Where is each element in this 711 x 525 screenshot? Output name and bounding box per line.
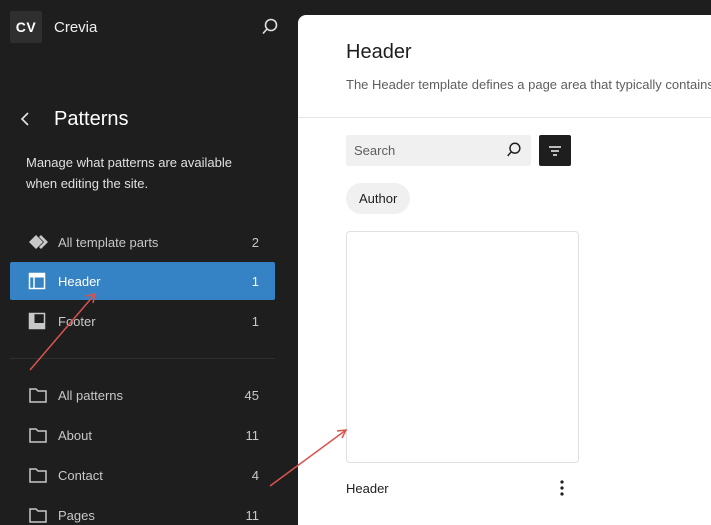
sidebar: CV Crevia Patterns Manage what patterns …: [0, 0, 298, 525]
sidebar-item-label: All template parts: [58, 235, 159, 250]
sidebar-item-about[interactable]: About 11: [10, 416, 275, 454]
search-icon: [505, 141, 523, 159]
sidebar-item-count: 1: [251, 314, 259, 329]
pattern-title: Header: [346, 481, 389, 496]
sidebar-item-label: All patterns: [58, 388, 124, 403]
sidebar-item-footer[interactable]: Footer 1: [10, 302, 275, 340]
more-options-icon[interactable]: [554, 478, 570, 498]
sidebar-item-contact[interactable]: Contact 4: [10, 456, 275, 494]
sidebar-item-label: Contact: [58, 468, 103, 483]
sidebar-item-count: 11: [245, 428, 260, 443]
author-filter-chip[interactable]: Author: [346, 183, 411, 214]
main-content: Header The Header template defines a pag…: [298, 15, 711, 525]
search-input[interactable]: [346, 135, 496, 166]
sidebar-item-label: Header: [58, 274, 101, 289]
site-name[interactable]: Crevia: [54, 19, 97, 36]
filter-icon: [549, 146, 561, 156]
search-field: [346, 135, 531, 166]
sidebar-item-header[interactable]: Header 1: [10, 262, 275, 300]
sidebar-item-label: Footer: [58, 314, 96, 329]
site-logo[interactable]: CV: [10, 11, 42, 43]
sidebar-item-pages[interactable]: Pages 11: [10, 496, 275, 525]
sidebar-item-label: About: [58, 428, 92, 443]
sidebar-item-label: Pages: [58, 508, 95, 523]
sidebar-item-all-template-parts[interactable]: All template parts 2: [10, 223, 275, 261]
panel-title: Patterns: [54, 108, 129, 130]
folder-icon: [28, 386, 48, 404]
page-title: Header: [346, 41, 412, 63]
folder-icon: [28, 506, 48, 524]
header-layout-icon: [28, 272, 48, 290]
diamond-icon: [28, 233, 48, 251]
search-icon[interactable]: [260, 17, 280, 37]
back-chevron-icon[interactable]: [18, 110, 34, 128]
sidebar-item-count: 2: [251, 235, 259, 250]
pattern-preview[interactable]: [346, 231, 579, 463]
sidebar-item-count: 1: [251, 274, 259, 289]
sidebar-divider: [10, 358, 275, 359]
panel-description: Manage what patterns are available when …: [26, 155, 232, 191]
sidebar-item-count: 45: [244, 388, 259, 403]
page-description: The Header template defines a page area …: [346, 77, 711, 92]
footer-layout-icon: [28, 312, 48, 330]
header-divider: [298, 117, 711, 118]
sidebar-item-count: 4: [251, 468, 259, 483]
folder-icon: [28, 466, 48, 484]
filter-button[interactable]: [539, 135, 571, 166]
sidebar-item-all-patterns[interactable]: All patterns 45: [10, 376, 275, 414]
folder-icon: [28, 426, 48, 444]
sidebar-item-count: 11: [245, 508, 260, 523]
